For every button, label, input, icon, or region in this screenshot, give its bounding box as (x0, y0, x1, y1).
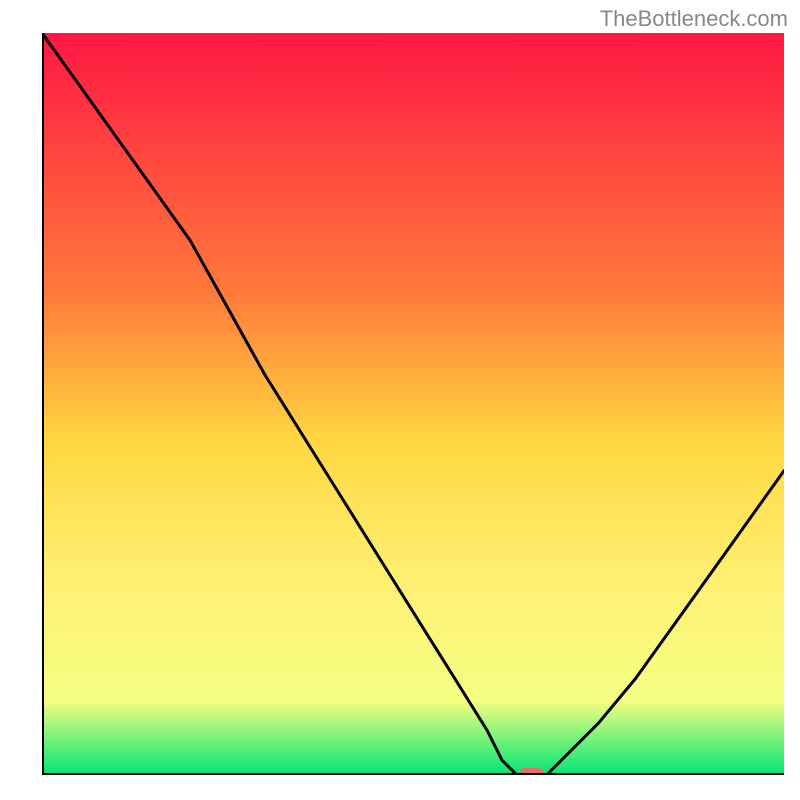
chart-background (42, 33, 784, 775)
watermark-text: TheBottleneck.com (600, 6, 788, 32)
chart-container (42, 33, 784, 775)
bottleneck-chart (42, 33, 784, 775)
